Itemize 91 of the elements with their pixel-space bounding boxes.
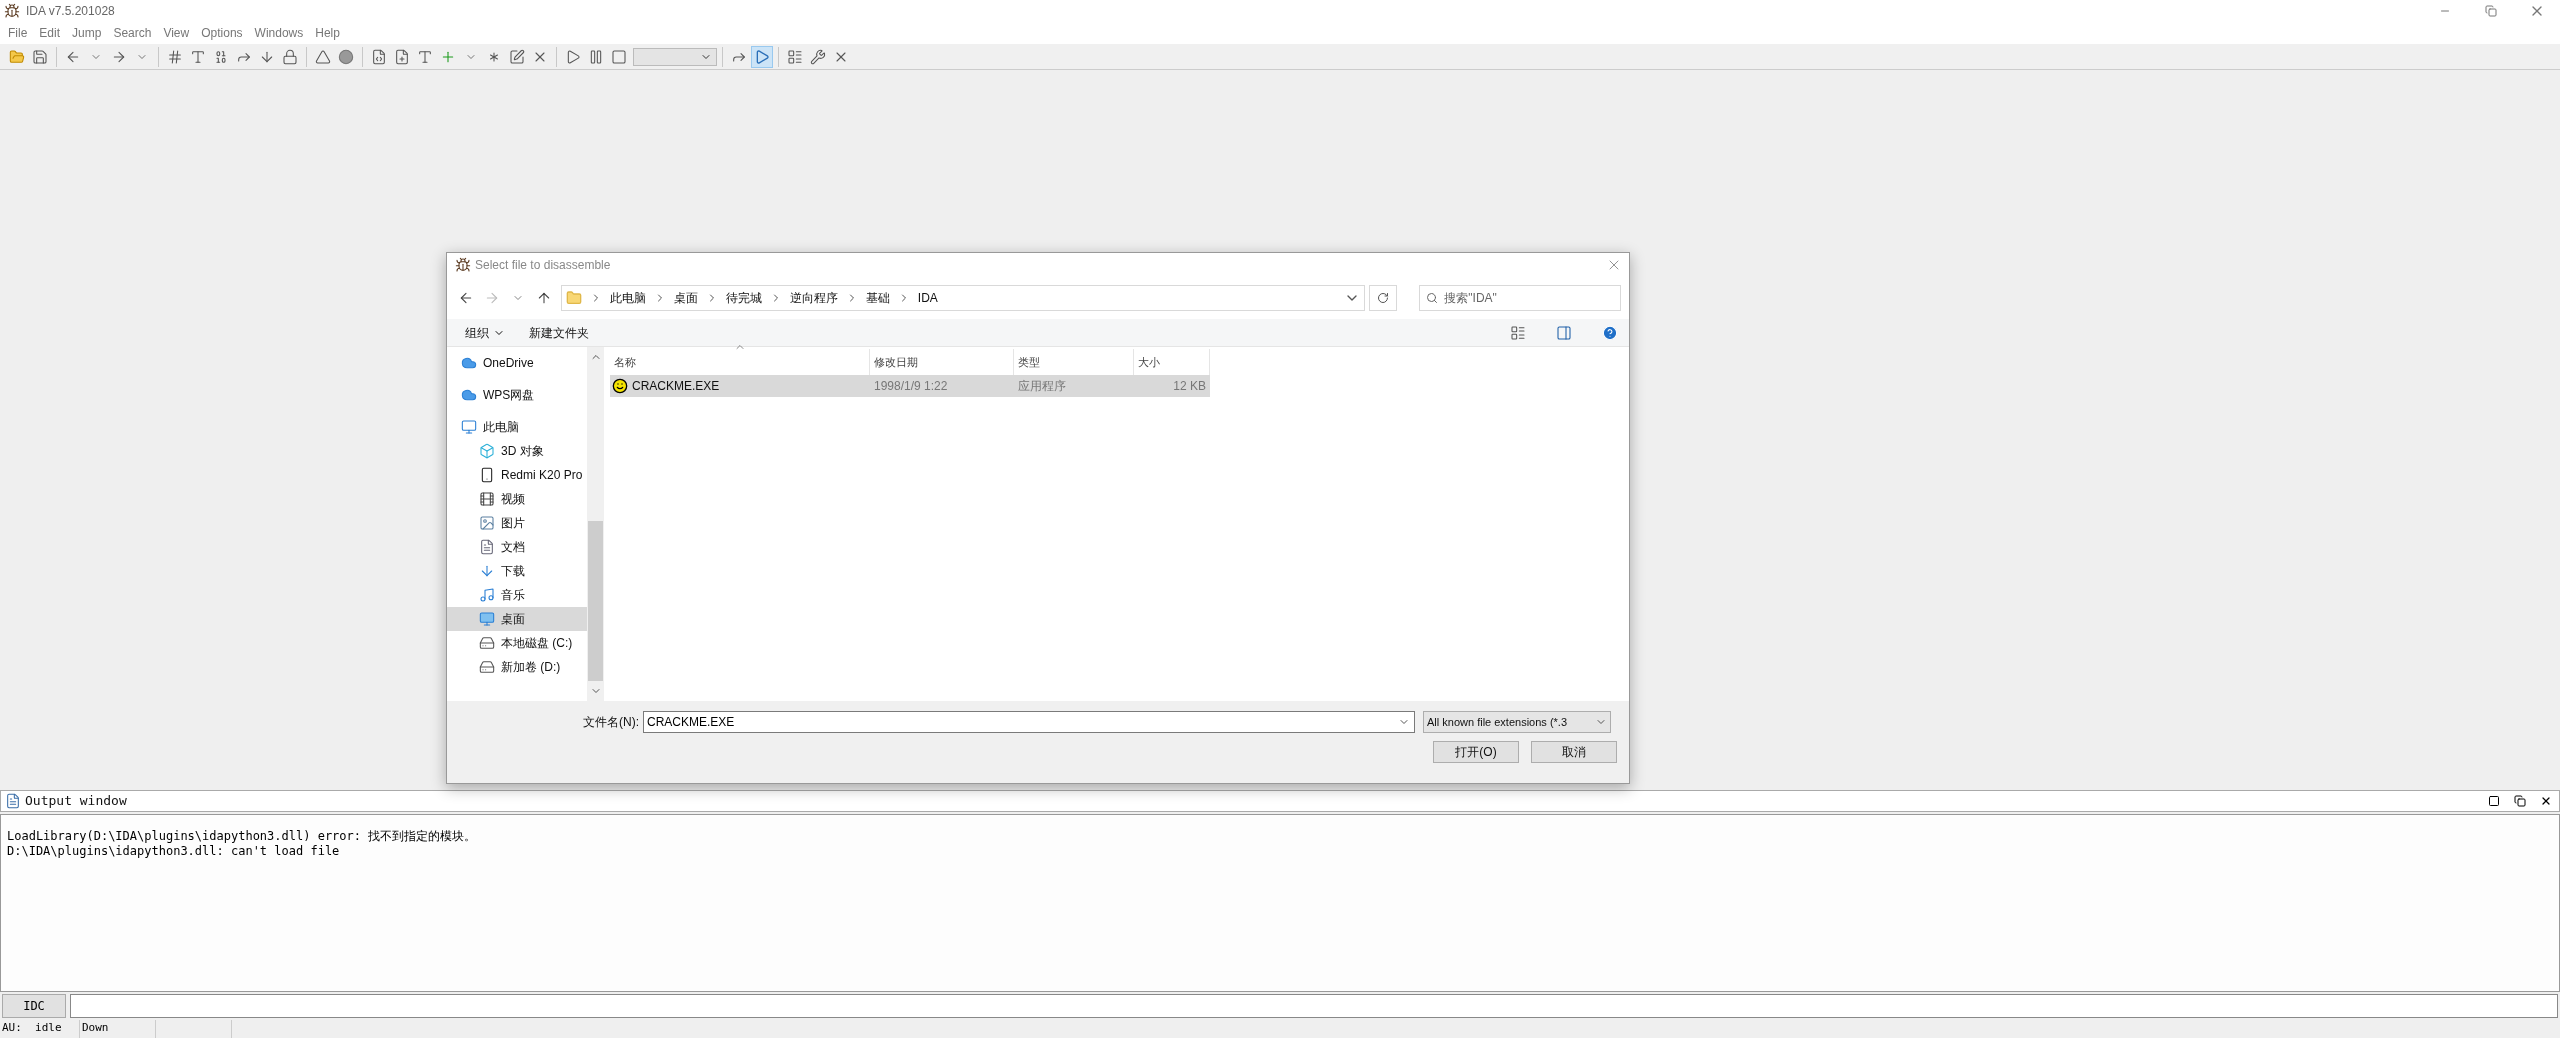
menu-item[interactable]: Windows bbox=[248, 24, 310, 42]
drive-icon bbox=[479, 635, 495, 651]
output-line: LoadLibrary(D:\IDA\plugins\idapython3.dll) error: 找不到指定的模块。 bbox=[7, 829, 478, 844]
help-icon[interactable] bbox=[1602, 324, 1618, 341]
status-cell: AU: idle bbox=[0, 1020, 80, 1038]
download-icon bbox=[479, 563, 495, 579]
nav-item[interactable]: 本地磁盘 (C:) bbox=[447, 631, 587, 655]
view-options-icon[interactable] bbox=[1510, 324, 1526, 341]
scrollbar[interactable] bbox=[587, 347, 604, 701]
open-button[interactable]: 打开(O) bbox=[1433, 741, 1519, 763]
smiley-icon bbox=[612, 378, 628, 394]
nav-item[interactable]: 下载 bbox=[447, 559, 587, 583]
status-cell: Down bbox=[80, 1020, 156, 1038]
folder-icon bbox=[565, 290, 582, 306]
close-icon[interactable] bbox=[2540, 795, 2552, 807]
image-icon bbox=[479, 515, 495, 531]
wrench-icon[interactable] bbox=[810, 48, 826, 65]
breadcrumb-item[interactable]: 此电脑 bbox=[609, 289, 646, 307]
open-folder-icon[interactable] bbox=[9, 48, 25, 65]
drive-icon bbox=[479, 659, 495, 675]
breadcrumb-item[interactable]: 待完城 bbox=[725, 289, 762, 307]
file-type: 应用程序 bbox=[1017, 378, 1067, 395]
nav-item[interactable]: 此电脑 bbox=[447, 415, 587, 439]
nav-item[interactable]: 桌面 bbox=[447, 607, 587, 631]
filename-input[interactable]: CRACKME.EXE bbox=[647, 713, 1398, 731]
refresh-button[interactable] bbox=[1369, 285, 1398, 311]
output-title: Output window bbox=[25, 792, 127, 811]
save-icon[interactable] bbox=[32, 48, 48, 65]
list-icon[interactable] bbox=[787, 48, 803, 65]
nav-item[interactable]: OneDrive bbox=[447, 351, 587, 375]
file-date: 1998/1/9 1:22 bbox=[873, 378, 949, 395]
menu-item[interactable]: View bbox=[157, 24, 196, 42]
window-title: IDA v7.5.201028 bbox=[26, 3, 115, 20]
window-icon bbox=[5, 793, 21, 809]
file-type-dropdown[interactable]: All known file extensions (*.3 bbox=[1423, 711, 1611, 733]
menu-item[interactable]: Jump bbox=[66, 24, 108, 42]
command-input[interactable] bbox=[70, 994, 2558, 1018]
file-row[interactable]: CRACKME.EXE 1998/1/9 1:22 应用程序 12 KB bbox=[610, 375, 1210, 397]
menu-item[interactable]: Help bbox=[309, 24, 346, 42]
nav-item[interactable]: 新加卷 (D:) bbox=[447, 655, 587, 679]
refresh-icon bbox=[1377, 292, 1390, 304]
music-icon bbox=[479, 587, 495, 603]
lock-icon[interactable] bbox=[282, 48, 298, 65]
scroll-thumb[interactable] bbox=[588, 521, 603, 681]
idc-button[interactable]: IDC bbox=[2, 994, 66, 1018]
nav-item[interactable]: 3D 对象 bbox=[447, 439, 587, 463]
menu-item[interactable]: Search bbox=[107, 24, 158, 42]
breadcrumb-item[interactable]: 逆向程序 bbox=[789, 289, 838, 307]
nav-item[interactable]: 文档 bbox=[447, 535, 587, 559]
edit-icon[interactable] bbox=[509, 48, 525, 65]
monitor-icon bbox=[461, 419, 477, 435]
organize-button[interactable]: 组织 bbox=[465, 323, 505, 342]
nav-item[interactable]: WPS网盘 bbox=[447, 383, 587, 407]
cube-icon bbox=[479, 443, 495, 459]
output-line: D:\IDA\plugins\idapython3.dll: can't load file bbox=[7, 844, 341, 859]
breadcrumb-item[interactable]: IDA bbox=[917, 289, 938, 307]
file-name: CRACKME.EXE bbox=[632, 378, 720, 395]
document-icon bbox=[479, 539, 495, 555]
menu-item[interactable]: File bbox=[2, 24, 34, 42]
nav-item[interactable]: 图片 bbox=[447, 511, 587, 535]
cloud-icon bbox=[461, 355, 477, 371]
maximize-icon[interactable] bbox=[2488, 795, 2500, 807]
nav-item[interactable]: 视频 bbox=[447, 487, 587, 511]
search-input[interactable]: 搜索"IDA" bbox=[1444, 289, 1615, 307]
stop-icon[interactable] bbox=[611, 48, 627, 65]
nav-item[interactable]: Redmi K20 Pro bbox=[447, 463, 587, 487]
filename-field[interactable]: CRACKME.EXE bbox=[643, 711, 1415, 733]
dialog-title: Select file to disassemble bbox=[475, 257, 611, 274]
address-bar[interactable]: 此电脑 桌面 待完城 逆向程序 基础 IDA bbox=[560, 285, 1366, 311]
menu-item[interactable]: Options bbox=[195, 24, 249, 42]
cancel-button[interactable]: 取消 bbox=[1531, 741, 1617, 763]
file-size: 12 KB bbox=[1172, 378, 1207, 395]
triangle-icon[interactable] bbox=[315, 48, 331, 65]
phone-icon bbox=[479, 467, 495, 483]
cloud-icon bbox=[461, 387, 477, 403]
breadcrumb-item[interactable]: 基础 bbox=[865, 289, 890, 307]
filename-label: 文件名(N): bbox=[582, 714, 640, 731]
menu-item[interactable]: Edit bbox=[33, 24, 67, 42]
circle-icon[interactable] bbox=[338, 48, 354, 65]
nav-item[interactable]: 音乐 bbox=[447, 583, 587, 607]
breadcrumb-item[interactable]: 桌面 bbox=[673, 289, 698, 307]
search-field[interactable]: 搜索"IDA" bbox=[1419, 285, 1621, 311]
film-icon bbox=[479, 491, 495, 507]
pause-icon[interactable] bbox=[588, 48, 604, 65]
code-icon[interactable] bbox=[371, 48, 387, 65]
play-icon[interactable] bbox=[565, 48, 581, 65]
preview-pane-icon[interactable] bbox=[1556, 324, 1572, 341]
new-folder-button[interactable]: 新建文件夹 bbox=[529, 323, 589, 342]
restore-icon[interactable] bbox=[2514, 795, 2526, 807]
desktop-icon bbox=[479, 611, 495, 627]
search-icon bbox=[1426, 292, 1439, 304]
